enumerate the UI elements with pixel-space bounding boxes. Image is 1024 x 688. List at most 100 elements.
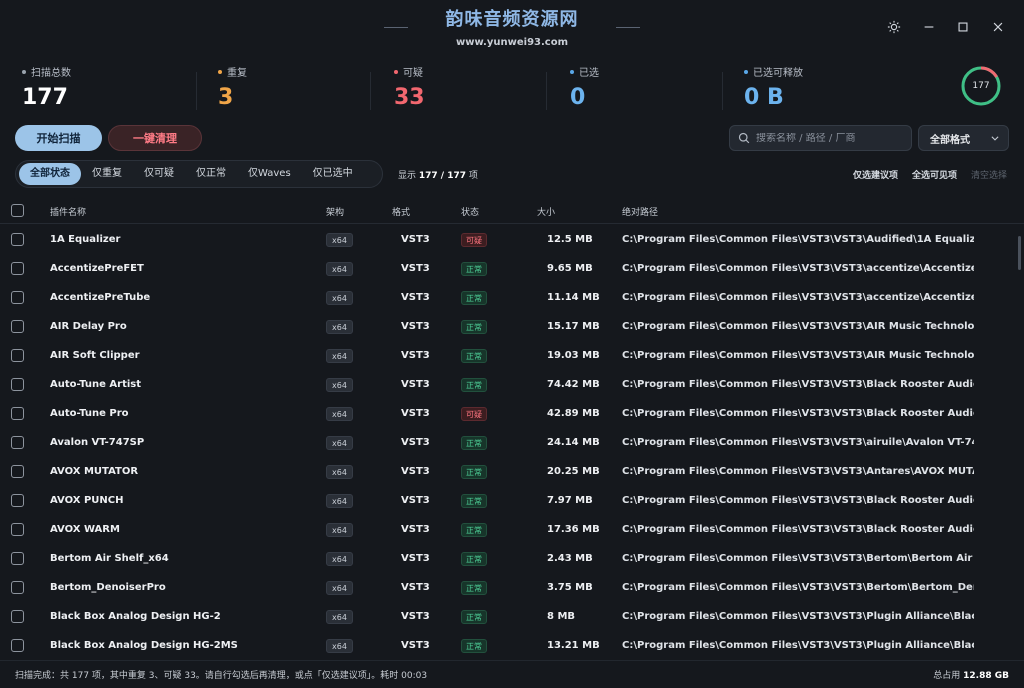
dot-suspicious: [394, 69, 398, 74]
stat-releasable-value: 0 B: [744, 85, 784, 110]
plugin-path: C:\Program Files\Common Files\VST3\VST3\…: [622, 611, 974, 622]
plugin-name: AIR Delay Pro: [50, 321, 127, 332]
column-status[interactable]: 状态: [461, 205, 479, 218]
dot-total: [22, 69, 26, 74]
dot-releasable: [744, 69, 748, 74]
plugin-format: VST3: [401, 611, 430, 622]
tab-duplicate-only[interactable]: 仅重复: [81, 163, 133, 185]
stat-releasable-label: 已选可释放: [753, 68, 803, 79]
arch-badge: x64: [326, 465, 353, 479]
status-badge: 正常: [461, 320, 487, 334]
table-row[interactable]: AVOX PUNCH x64 VST3 正常 7.97 MB C:\Program Fil…: [0, 486, 1020, 515]
row-checkbox[interactable]: [11, 610, 24, 623]
plugin-format: VST3: [401, 553, 430, 564]
row-checkbox[interactable]: [11, 233, 24, 246]
table-row[interactable]: 1A Equalizer x64 VST3 可疑 12.5 MB C:\Program F…: [0, 225, 1020, 254]
table-row[interactable]: Avalon VT-747SP x64 VST3 正常 24.14 MB C:\Progr…: [0, 428, 1020, 457]
table-row[interactable]: Black Box Analog Design HG-2 x64 VST3 正常 8 M…: [0, 602, 1020, 631]
plugin-path: C:\Program Files\Common Files\VST3\VST3\…: [622, 437, 974, 448]
status-badge: 正常: [461, 494, 487, 508]
total-usage-value: 12.88 GB: [963, 671, 1009, 681]
stat-selected-label: 已选: [579, 68, 599, 79]
column-format[interactable]: 格式: [392, 205, 410, 218]
arch-badge: x64: [326, 291, 353, 305]
column-path[interactable]: 绝对路径: [622, 205, 658, 218]
maximize-icon[interactable]: [952, 16, 974, 38]
plugin-size: 12.5 MB: [547, 234, 593, 245]
select-visible-button[interactable]: 全选可见项: [912, 168, 957, 181]
plugin-format: VST3: [401, 234, 430, 245]
table-row[interactable]: Auto-Tune Pro x64 VST3 可疑 42.89 MB C:\Program…: [0, 399, 1020, 428]
arch-badge: x64: [326, 436, 353, 450]
start-scan-button[interactable]: 开始扫描: [15, 125, 102, 151]
sun-icon[interactable]: [883, 16, 905, 38]
table-row[interactable]: AIR Soft Clipper x64 VST3 正常 19.03 MB C:\Prog…: [0, 341, 1020, 370]
table-row[interactable]: Auto-Tune Artist x64 VST3 正常 74.42 MB C:\Prog…: [0, 370, 1020, 399]
table-row[interactable]: Bertom_DenoiserPro x64 VST3 正常 3.75 MB C:\Pro…: [0, 573, 1020, 602]
table-row[interactable]: AVOX WARM x64 VST3 正常 17.36 MB C:\Program Fil…: [0, 515, 1020, 544]
row-checkbox[interactable]: [11, 581, 24, 594]
row-checkbox[interactable]: [11, 291, 24, 304]
plugin-size: 9.65 MB: [547, 263, 593, 274]
minimize-icon[interactable]: [918, 16, 940, 38]
plugin-name: Auto-Tune Pro: [50, 408, 129, 419]
close-icon[interactable]: [987, 16, 1009, 38]
column-arch[interactable]: 架构: [326, 205, 344, 218]
title-bar: 韵味音频资源网 www.yunwei93.com: [0, 0, 1024, 58]
table-row[interactable]: Black Box Analog Design HG-2MS x64 VST3 正常 1…: [0, 631, 1020, 660]
stat-suspicious-label: 可疑: [403, 68, 423, 79]
plugin-path: C:\Program Files\Common Files\VST3\VST3\…: [622, 640, 974, 651]
column-size[interactable]: 大小: [537, 205, 555, 218]
status-badge: 正常: [461, 291, 487, 305]
row-checkbox[interactable]: [11, 378, 24, 391]
row-checkbox[interactable]: [11, 552, 24, 565]
arch-badge: x64: [326, 494, 353, 508]
dot-duplicate: [218, 69, 222, 74]
table-row[interactable]: AccentizePreFET x64 VST3 正常 9.65 MB C:\Progra…: [0, 254, 1020, 283]
row-checkbox[interactable]: [11, 349, 24, 362]
search-input[interactable]: [756, 132, 906, 144]
row-checkbox[interactable]: [11, 639, 24, 652]
table-scrollbar[interactable]: [1018, 236, 1021, 270]
plugin-format: VST3: [401, 379, 430, 390]
row-checkbox[interactable]: [11, 465, 24, 478]
tab-all-status[interactable]: 全部状态: [19, 163, 81, 185]
one-click-clean-button[interactable]: 一键清理: [108, 125, 202, 151]
table-row[interactable]: Bertom Air Shelf_x64 x64 VST3 正常 2.43 MB C:\P…: [0, 544, 1020, 573]
select-suggested-button[interactable]: 仅选建议项: [853, 168, 898, 181]
total-usage-label: 总占用: [933, 671, 961, 681]
plugin-name: AIR Soft Clipper: [50, 350, 140, 361]
plugin-size: 7.97 MB: [547, 495, 593, 506]
column-name[interactable]: 插件名称: [50, 205, 86, 218]
tab-waves-only[interactable]: 仅Waves: [237, 163, 302, 185]
plugin-name: AccentizePreTube: [50, 292, 151, 303]
table-header: 插件名称 架构 格式 状态 大小 绝对路径: [0, 198, 1024, 224]
status-badge: 正常: [461, 465, 487, 479]
plugin-path: C:\Program Files\Common Files\VST3\VST3\…: [622, 524, 974, 535]
table-row[interactable]: AccentizePreTube x64 VST3 正常 11.14 MB C:\Prog…: [0, 283, 1020, 312]
row-checkbox[interactable]: [11, 320, 24, 333]
select-all-checkbox[interactable]: [11, 204, 24, 217]
row-checkbox[interactable]: [11, 436, 24, 449]
row-checkbox[interactable]: [11, 262, 24, 275]
tab-selected-only[interactable]: 仅已选中: [302, 163, 364, 185]
stat-duplicate-value: 3: [218, 85, 234, 110]
stat-divider: [196, 72, 197, 110]
clear-selection-button[interactable]: 清空选择: [971, 168, 1007, 181]
plugin-format: VST3: [401, 495, 430, 506]
format-select-value: 全部格式: [930, 134, 970, 146]
table-row[interactable]: AVOX MUTATOR x64 VST3 正常 20.25 MB C:\Program …: [0, 457, 1020, 486]
status-badge: 正常: [461, 378, 487, 392]
plugin-size: 17.36 MB: [547, 524, 600, 535]
format-select[interactable]: 全部格式: [918, 125, 1009, 151]
row-checkbox[interactable]: [11, 523, 24, 536]
search-box: [729, 125, 912, 151]
search-icon: [738, 132, 750, 144]
tab-suspicious-only[interactable]: 仅可疑: [133, 163, 185, 185]
tab-normal-only[interactable]: 仅正常: [185, 163, 237, 185]
table-row[interactable]: AIR Delay Pro x64 VST3 正常 15.17 MB C:\Program…: [0, 312, 1020, 341]
row-checkbox[interactable]: [11, 407, 24, 420]
plugin-size: 15.17 MB: [547, 321, 600, 332]
plugin-name: AccentizePreFET: [50, 263, 144, 274]
row-checkbox[interactable]: [11, 494, 24, 507]
